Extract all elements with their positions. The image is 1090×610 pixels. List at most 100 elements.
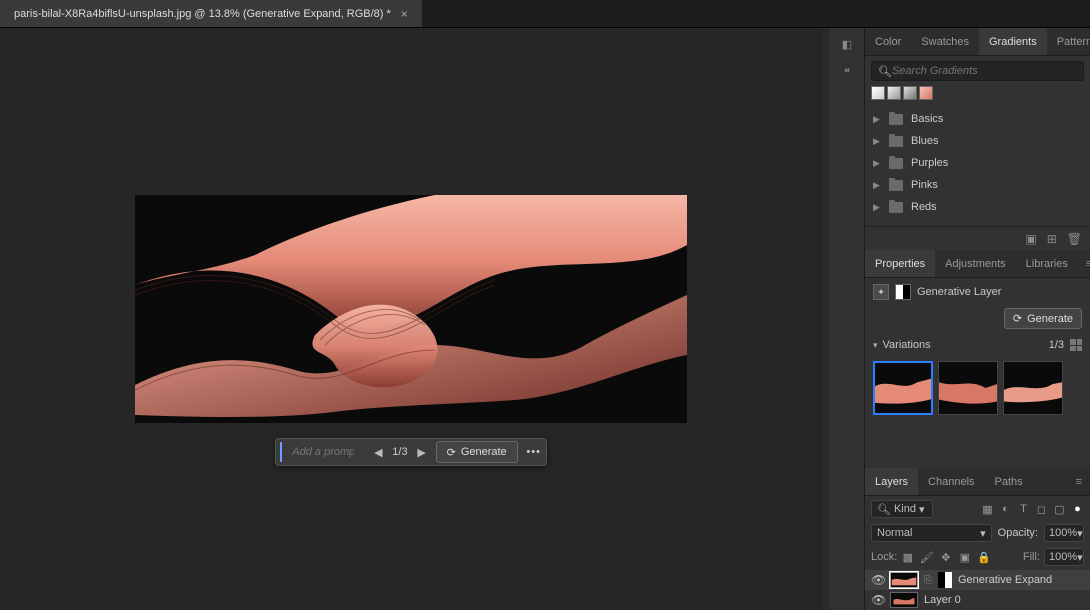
tab-adjustments[interactable]: Adjustments — [935, 250, 1016, 277]
variation-counter: 1/3 — [388, 446, 411, 458]
generate-label: Generate — [1027, 313, 1073, 325]
tab-swatches[interactable]: Swatches — [911, 28, 979, 55]
properties-panel-menu-icon[interactable]: ≡ — [1078, 258, 1090, 270]
visibility-toggle-icon[interactable]: 👁 — [871, 573, 884, 587]
chevron-down-icon: ▾ — [1077, 527, 1083, 540]
layer-kind-select[interactable]: 🔍︎ Kind ▾ — [871, 500, 933, 518]
gradient-folder[interactable]: ▶Blues — [865, 130, 1090, 152]
layers-filter-row: 🔍︎ Kind ▾ ▦ ◐ T ◻ ▢ ● — [865, 496, 1090, 522]
chevron-down-icon: ▾ — [1077, 551, 1083, 564]
layer-link-icon: ⎘ — [924, 575, 932, 586]
gradients-panel-tabs: Color Swatches Gradients Patterns ≡ — [865, 28, 1090, 56]
filter-smart-icon[interactable]: ▢ — [1053, 503, 1066, 516]
fill-input[interactable]: 100% ▾ — [1044, 548, 1084, 566]
lock-row: Lock: ▩ 🖌 ✥ ▣ 🔒 Fill: 100% ▾ — [865, 544, 1090, 570]
gradients-search-box[interactable]: 🔍︎ — [871, 61, 1084, 81]
filter-adjustment-icon[interactable]: ◐ — [999, 503, 1012, 516]
filter-shape-icon[interactable]: ◻ — [1035, 503, 1048, 516]
variation-thumbnail[interactable] — [938, 361, 998, 415]
variations-label: Variations — [883, 339, 1049, 351]
folder-label: Basics — [911, 113, 943, 125]
layer-type-row: ✦ Generative Layer — [873, 284, 1082, 300]
lock-all-icon[interactable]: 🔒 — [977, 551, 990, 564]
delete-gradient-icon[interactable]: 🗑 — [1067, 232, 1082, 246]
collapsed-panel-rail: ◧ ❝ — [830, 28, 864, 610]
folder-icon — [889, 158, 903, 169]
tab-patterns[interactable]: Patterns — [1047, 28, 1090, 55]
chevron-down-icon[interactable]: ▾ — [873, 340, 878, 351]
opacity-label: Opacity: — [998, 527, 1038, 539]
folder-icon — [889, 136, 903, 147]
next-variation-button[interactable]: ▶ — [412, 446, 432, 459]
folder-label: Purples — [911, 157, 948, 169]
layers-panel-tabs: Layers Channels Paths ≡ — [865, 468, 1090, 496]
rail-comment-icon[interactable]: ❝ — [837, 62, 857, 82]
filter-toggle-icon[interactable]: ● — [1071, 503, 1084, 516]
blend-row: Normal ▾ Opacity: 100% ▾ — [865, 522, 1090, 544]
lock-image-icon[interactable]: 🖌 — [920, 551, 933, 564]
canvas-scrollbar[interactable] — [822, 28, 830, 610]
tab-properties[interactable]: Properties — [865, 250, 935, 277]
layer-thumbnail[interactable] — [890, 572, 918, 588]
folder-label: Pinks — [911, 179, 938, 191]
layer-mask-thumbnail[interactable] — [938, 572, 952, 588]
layer-name: Generative Expand — [958, 574, 1052, 586]
save-to-library-icon[interactable]: ▣ — [1025, 232, 1036, 246]
opacity-input[interactable]: 100% ▾ — [1044, 524, 1084, 542]
gradients-search-input[interactable] — [892, 65, 1077, 77]
chevron-right-icon: ▶ — [873, 114, 881, 125]
opacity-value: 100% — [1049, 527, 1077, 539]
tab-layers[interactable]: Layers — [865, 468, 918, 495]
gradient-folder[interactable]: ▶Purples — [865, 152, 1090, 174]
variation-thumbnails — [873, 361, 1082, 415]
prev-variation-button[interactable]: ◀ — [368, 446, 388, 459]
gradient-swatch[interactable] — [903, 86, 917, 100]
tab-color[interactable]: Color — [865, 28, 911, 55]
kind-label: Kind — [894, 503, 916, 515]
blend-mode-label: Normal — [877, 527, 912, 539]
document-tab[interactable]: paris-bilal-X8Ra4biflsU-unsplash.jpg @ 1… — [0, 0, 422, 27]
gradient-swatch[interactable] — [919, 86, 933, 100]
generate-button[interactable]: ⟳ Generate — [436, 441, 518, 463]
tab-gradients[interactable]: Gradients — [979, 28, 1047, 55]
gradient-folder[interactable]: ▶ Basics — [865, 108, 1090, 130]
filter-type-icon[interactable]: T — [1017, 503, 1030, 516]
visibility-toggle-icon[interactable]: 👁 — [871, 593, 884, 607]
more-options-button[interactable]: ••• — [522, 446, 546, 458]
filter-pixel-icon[interactable]: ▦ — [981, 503, 994, 516]
layers-panel-menu-icon[interactable]: ≡ — [1068, 476, 1090, 488]
lock-artboard-icon[interactable]: ▣ — [958, 551, 971, 564]
tab-channels[interactable]: Channels — [918, 468, 984, 495]
folder-label: Reds — [911, 201, 937, 213]
rail-panel-icon[interactable]: ◧ — [837, 34, 857, 54]
variation-thumbnail[interactable] — [1003, 361, 1063, 415]
chevron-down-icon: ▾ — [980, 527, 986, 540]
lock-transparency-icon[interactable]: ▩ — [901, 551, 914, 564]
close-tab-icon[interactable]: × — [401, 7, 408, 21]
layer-entry[interactable]: 👁 Layer 0 — [865, 590, 1090, 610]
folder-label: Blues — [911, 135, 939, 147]
tab-paths[interactable]: Paths — [985, 468, 1033, 495]
tab-libraries[interactable]: Libraries — [1016, 250, 1078, 277]
gradients-panel-footer: ▣ ⊞ 🗑 — [865, 226, 1090, 250]
gradient-folder[interactable]: ▶Reds — [865, 196, 1090, 218]
lock-position-icon[interactable]: ✥ — [939, 551, 952, 564]
chevron-down-icon: ▾ — [919, 503, 925, 516]
search-icon: 🔍︎ — [878, 65, 892, 78]
fill-label: Fill: — [1023, 551, 1040, 563]
canvas-area[interactable]: ◀ 1/3 ▶ ⟳ Generate ••• — [0, 28, 822, 610]
prompt-input[interactable] — [280, 442, 364, 462]
blend-mode-select[interactable]: Normal ▾ — [871, 524, 992, 542]
variation-thumbnail[interactable] — [873, 361, 933, 415]
thumbnail-size-toggle[interactable] — [1070, 339, 1082, 351]
properties-generate-button[interactable]: ⟳ Generate — [1004, 308, 1082, 329]
new-gradient-icon[interactable]: ⊞ — [1047, 232, 1057, 246]
document-tab-bar: paris-bilal-X8Ra4biflsU-unsplash.jpg @ 1… — [0, 0, 1090, 28]
folder-icon — [889, 202, 903, 213]
gradient-swatch[interactable] — [871, 86, 885, 100]
gradient-folder[interactable]: ▶ Pinks — [865, 174, 1090, 196]
chevron-right-icon: ▶ — [873, 180, 881, 191]
gradient-swatch[interactable] — [887, 86, 901, 100]
layer-entry[interactable]: 👁 ⎘ Generative Expand — [865, 570, 1090, 590]
layer-thumbnail[interactable] — [890, 592, 918, 608]
